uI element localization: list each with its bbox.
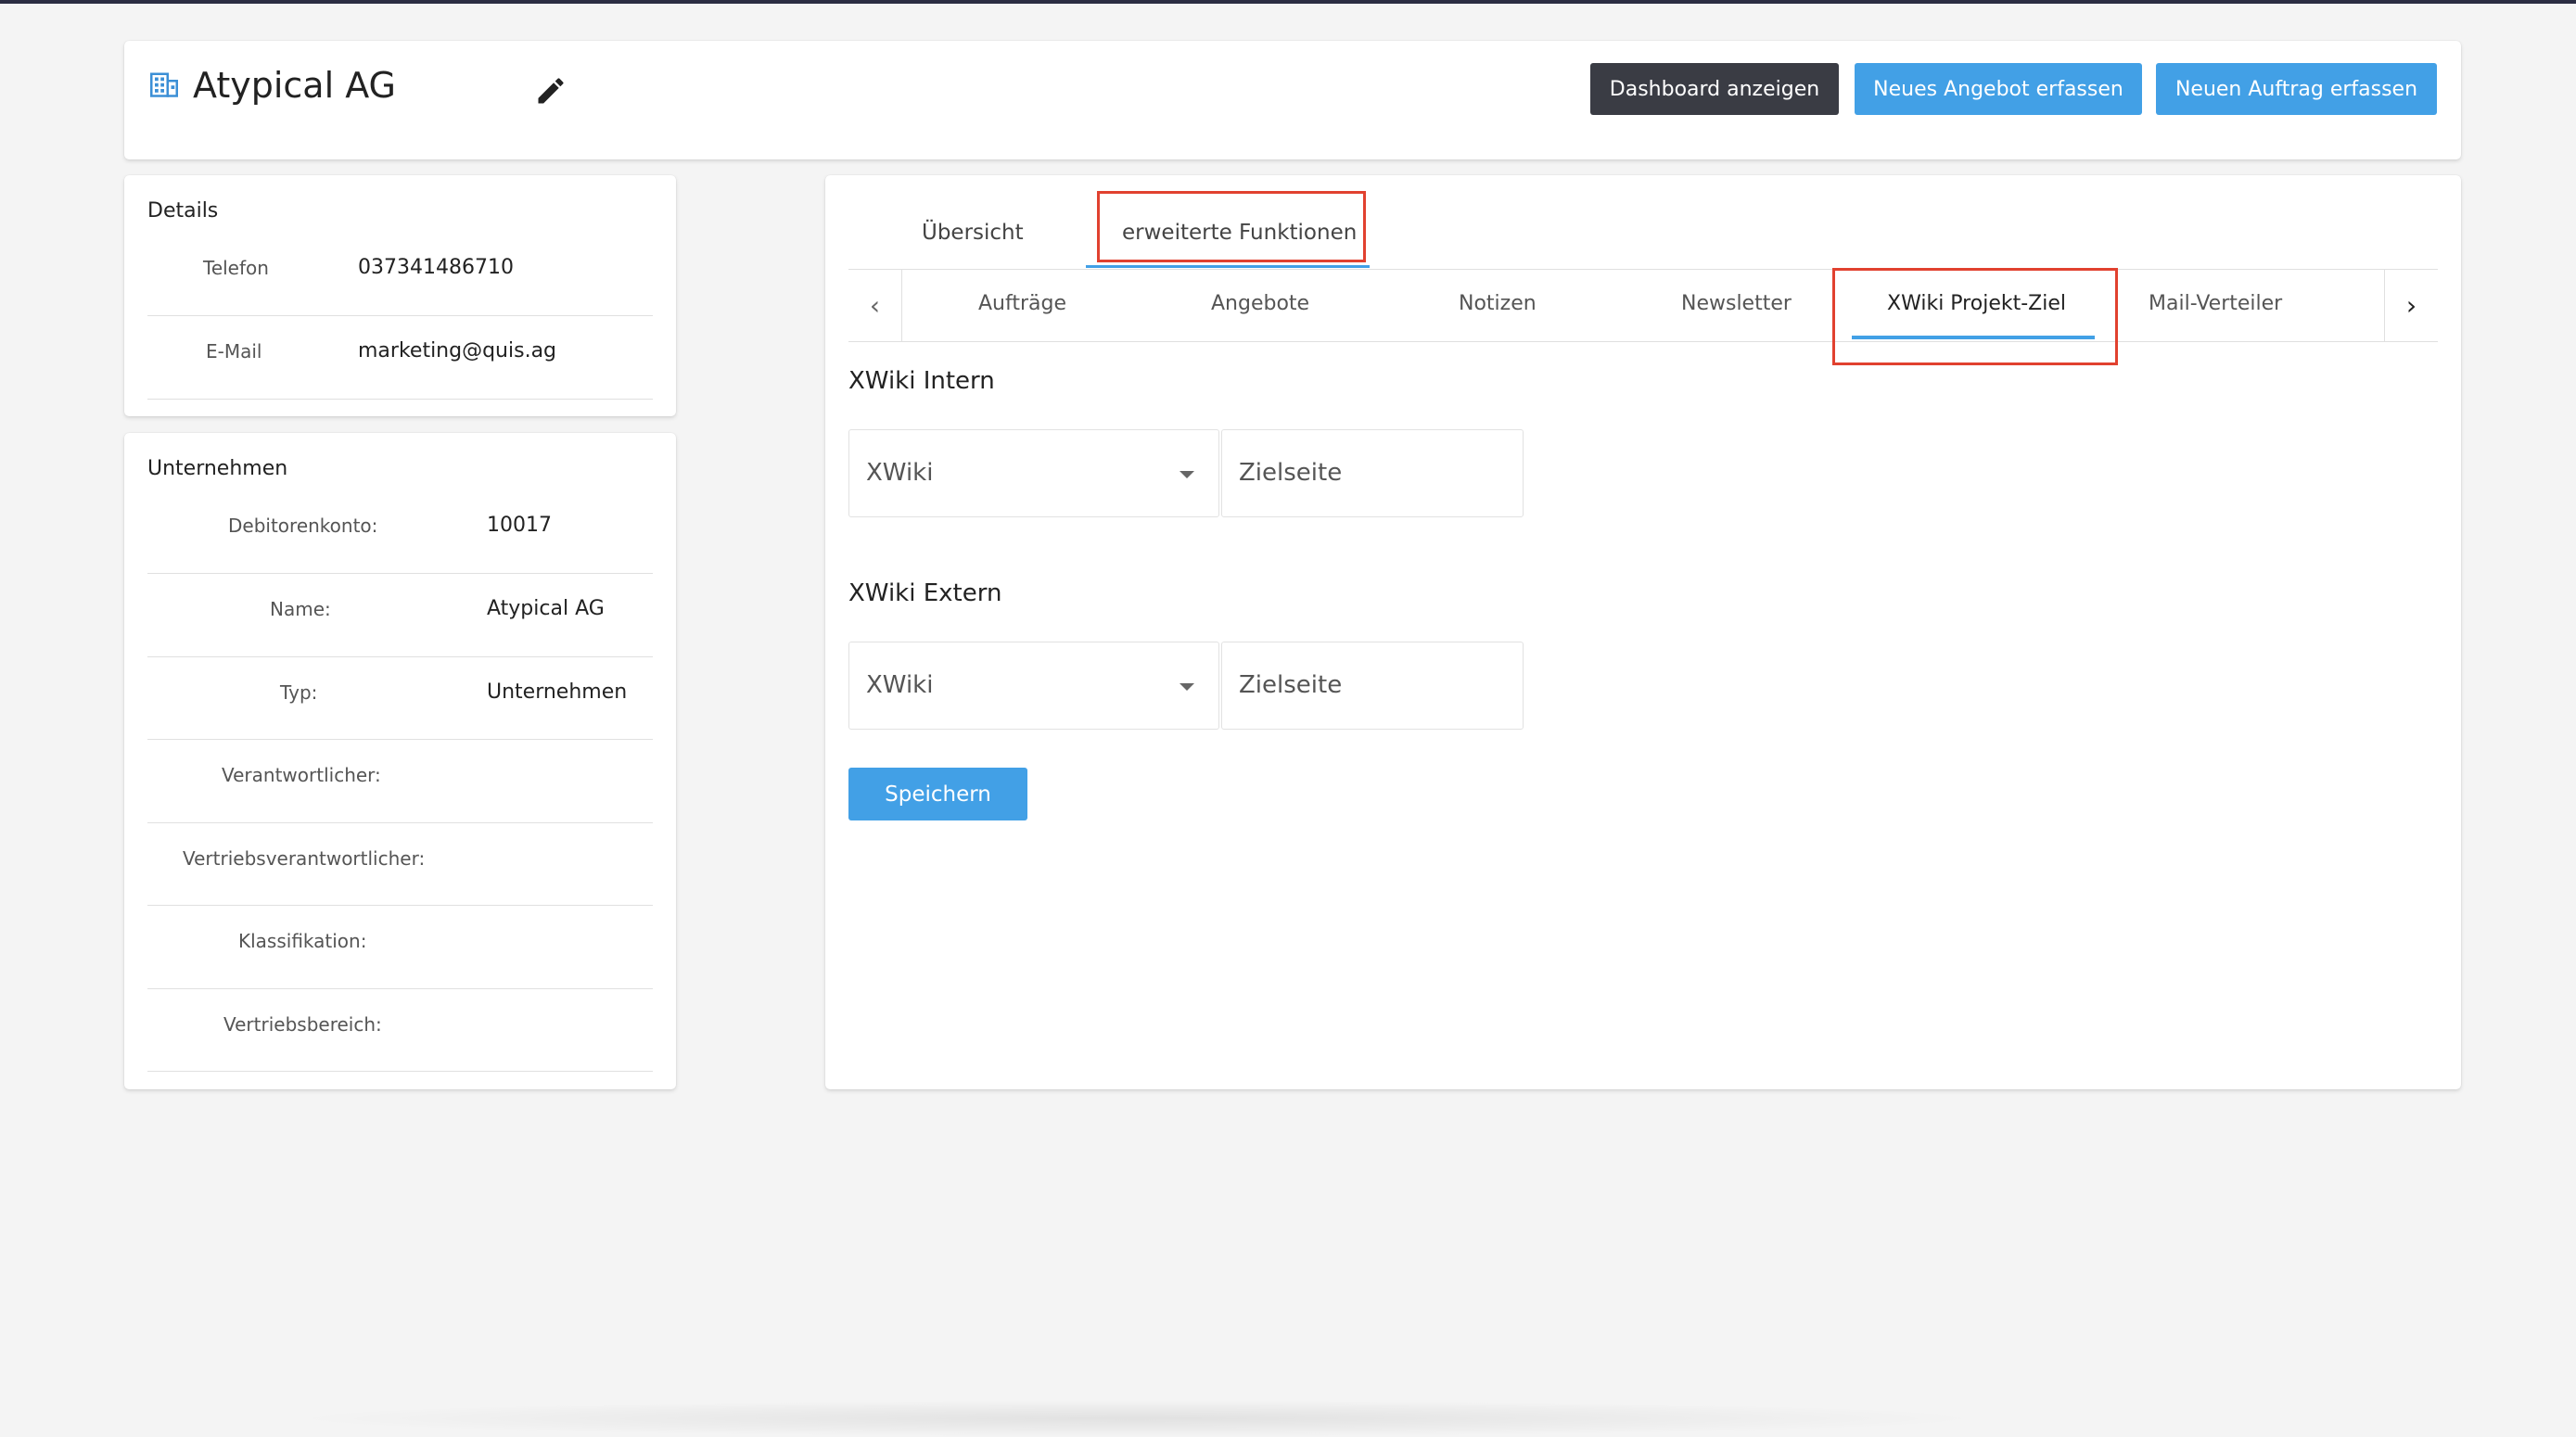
select-value: XWiki xyxy=(866,459,934,487)
caret-down-icon xyxy=(1180,683,1194,691)
new-order-button[interactable]: Neuen Auftrag erfassen xyxy=(2156,63,2437,115)
input-placeholder: Zielseite xyxy=(1239,671,1343,699)
subtab-orders[interactable]: Aufträge xyxy=(978,292,1066,315)
chevron-right-icon[interactable]: › xyxy=(2384,270,2438,341)
company-label: Klassifikation: xyxy=(238,930,367,952)
section-title-intern: XWiki Intern xyxy=(848,367,995,395)
subtab-offers[interactable]: Angebote xyxy=(1211,292,1309,315)
company-row: Klassifikation: xyxy=(147,906,653,989)
xwiki-extern-target-input[interactable]: Zielseite xyxy=(1221,642,1524,730)
pencil-icon[interactable] xyxy=(534,74,567,108)
detail-value: marketing@quis.ag xyxy=(358,339,557,362)
divider xyxy=(848,269,2438,270)
divider xyxy=(848,341,2438,342)
select-value: XWiki xyxy=(866,671,934,699)
company-label: Name: xyxy=(270,598,331,620)
company-value: Unternehmen xyxy=(487,680,628,704)
highlight-box xyxy=(1097,191,1366,262)
detail-value: 037341486710 xyxy=(358,256,514,279)
chevron-left-icon[interactable]: ‹ xyxy=(848,270,902,341)
company-row: Name: Atypical AG xyxy=(147,574,653,657)
main-panel: Übersicht erweiterte Funktionen ‹ Aufträ… xyxy=(825,175,2461,1089)
bottom-shadow xyxy=(278,1400,1994,1437)
detail-row-phone: Telefon 037341486710 xyxy=(147,233,653,316)
details-title: Details xyxy=(147,199,219,223)
company-label: Verantwortlicher: xyxy=(222,764,381,786)
company-row: Debitorenkonto: 10017 xyxy=(147,490,653,574)
company-label: Vertriebsbereich: xyxy=(223,1013,382,1036)
building-icon xyxy=(150,72,178,97)
xwiki-extern-select[interactable]: XWiki xyxy=(848,642,1219,730)
xwiki-intern-select[interactable]: XWiki xyxy=(848,429,1219,517)
company-value: Atypical AG xyxy=(487,597,605,620)
company-row: Typ: Unternehmen xyxy=(147,657,653,740)
company-row: Verantwortlicher: xyxy=(147,740,653,823)
dashboard-button[interactable]: Dashboard anzeigen xyxy=(1590,63,1839,115)
active-tab-indicator xyxy=(1086,265,1370,268)
company-card: Unternehmen Debitorenkonto: 10017 Name: … xyxy=(124,433,676,1089)
company-card-title: Unternehmen xyxy=(147,457,288,480)
company-title: Atypical AG xyxy=(193,65,396,106)
detail-label: Telefon xyxy=(203,257,269,279)
company-header: Atypical AG Dashboard anzeigen Neues Ang… xyxy=(124,41,2461,159)
tab-overview[interactable]: Übersicht xyxy=(922,221,1024,245)
detail-row-email: E-Mail marketing@quis.ag xyxy=(147,316,653,400)
details-card: Details Telefon 037341486710 E-Mail mark… xyxy=(124,175,676,416)
company-label: Debitorenkonto: xyxy=(228,515,378,537)
xwiki-intern-target-input[interactable]: Zielseite xyxy=(1221,429,1524,517)
company-label: Typ: xyxy=(280,681,318,704)
save-button[interactable]: Speichern xyxy=(848,768,1027,820)
top-border xyxy=(0,0,2576,4)
highlight-box xyxy=(1832,268,2118,365)
subtab-mail-distributor[interactable]: Mail-Verteiler xyxy=(2149,292,2282,315)
company-label: Vertriebsverantwortlicher: xyxy=(183,847,426,870)
company-row: Vertriebsbereich: xyxy=(147,989,653,1072)
section-title-extern: XWiki Extern xyxy=(848,579,1002,607)
subtab-newsletter[interactable]: Newsletter xyxy=(1681,292,1792,315)
subtab-notes[interactable]: Notizen xyxy=(1459,292,1537,315)
input-placeholder: Zielseite xyxy=(1239,459,1343,487)
detail-label: E-Mail xyxy=(206,340,262,362)
company-value: 10017 xyxy=(487,514,552,537)
caret-down-icon xyxy=(1180,471,1194,478)
company-row: Vertriebsverantwortlicher: xyxy=(147,823,653,906)
new-offer-button[interactable]: Neues Angebot erfassen xyxy=(1855,63,2142,115)
